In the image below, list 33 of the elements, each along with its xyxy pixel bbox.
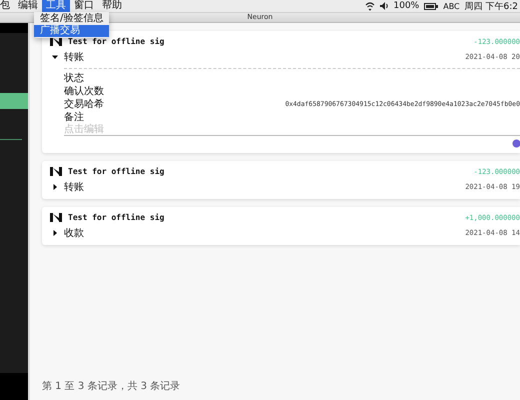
- menu-option[interactable]: 签名/验签信息: [34, 13, 110, 25]
- sidebar-header: [0, 23, 28, 33]
- battery-icon[interactable]: [424, 2, 438, 10]
- logo-icon: [50, 36, 62, 47]
- transaction-title: Test for offline sig: [68, 167, 164, 176]
- menu-item[interactable]: 工具: [42, 0, 70, 12]
- detail-label: 状态: [64, 72, 84, 84]
- menu-option[interactable]: 广播交易: [34, 25, 110, 37]
- transaction-type: 转账: [64, 180, 84, 194]
- logo-icon: [50, 166, 62, 177]
- battery-percent: 100%: [394, 1, 420, 11]
- transaction-type: 转账: [64, 50, 84, 64]
- transaction-title: Test for offline sig: [68, 213, 164, 222]
- sidebar-footer: [0, 373, 28, 400]
- logo-icon: [50, 212, 62, 223]
- expand-caret-icon[interactable]: [52, 230, 58, 236]
- detail-label: 备注: [64, 110, 84, 124]
- transaction-type: 收款: [64, 227, 84, 240]
- wifi-icon[interactable]: [364, 2, 374, 10]
- menu-item[interactable]: 编辑: [14, 0, 42, 12]
- expand-caret-icon[interactable]: [52, 184, 58, 190]
- volume-icon[interactable]: [380, 2, 388, 10]
- detail-label: 确认次数: [64, 84, 104, 98]
- menu-item[interactable]: 包: [0, 0, 14, 12]
- input-source[interactable]: ABC: [443, 2, 460, 10]
- pagination-text: 第 1 至 3 条记录，共 3 条记录: [42, 381, 182, 393]
- transaction-title: Test for offline sig: [68, 37, 164, 46]
- menu-clock[interactable]: 周四 下午6:2: [464, 0, 518, 12]
- detail-label: 交易哈希: [64, 98, 104, 110]
- menu-item[interactable]: 帮助: [98, 0, 126, 12]
- note-field[interactable]: 点击编辑: [64, 123, 520, 136]
- sidebar-highlight: [0, 93, 28, 109]
- collapse-caret-icon[interactable]: [52, 54, 58, 60]
